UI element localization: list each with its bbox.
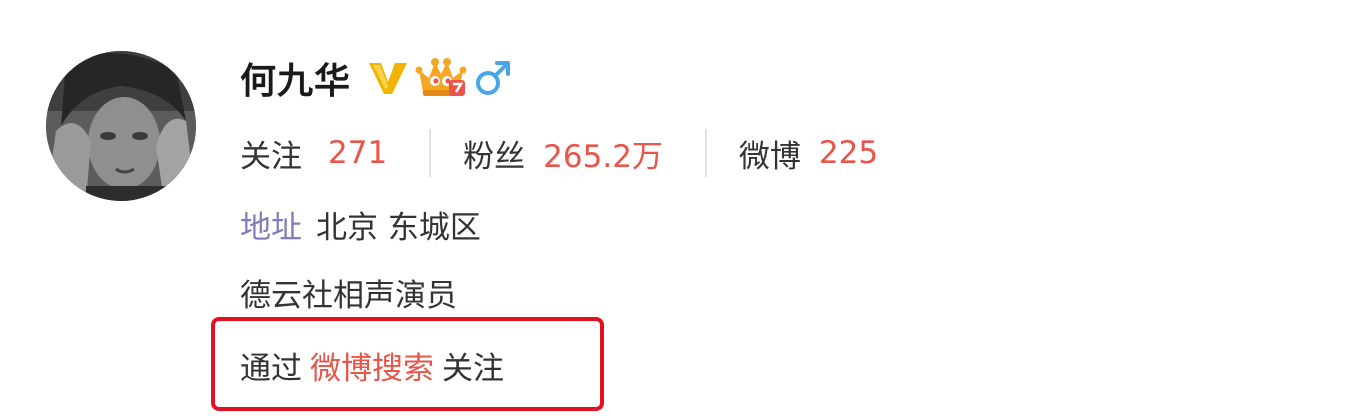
address-value: 北京 东城区 [316,209,481,246]
stat-label: 粉丝 [463,138,526,175]
stats-divider [429,129,432,177]
follow-source-link[interactable]: 微博搜索 [310,343,434,388]
stat-value: 265.2万 [543,138,663,175]
stat-followers[interactable]: 粉丝 265.2万 [463,131,663,176]
profile-bio: 德云社相声演员 [240,277,457,314]
follow-source-suffix: 关注 [442,350,504,387]
verified-v-icon[interactable] [367,60,409,96]
follow-source-row: 通过 微博搜索 关注 [240,340,504,390]
profile-header: 何九华 [240,52,513,104]
male-gender-icon [473,58,513,98]
follow-source-prefix: 通过 [240,350,302,387]
avatar[interactable] [46,51,196,201]
address-label: 地址 [240,209,302,246]
stats-row: 关注 271 粉丝 265.2万 微博 225 [240,128,878,178]
stat-label: 微博 [738,138,801,175]
stat-value: 271 [328,135,388,171]
stat-value: 225 [818,135,879,171]
stats-divider [704,129,707,177]
stat-label: 关注 [240,138,302,175]
crown-membership-icon[interactable] [415,56,467,100]
profile-name[interactable]: 何九华 [240,52,351,104]
stat-following[interactable]: 关注 271 [240,131,387,176]
address-row: 地址 北京 东城区 [240,199,481,249]
stat-posts[interactable]: 微博 225 [739,131,878,176]
